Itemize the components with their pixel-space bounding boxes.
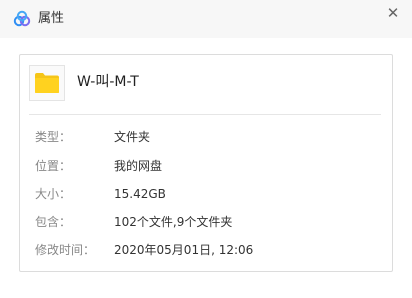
file-name: W-叫-M-T	[77, 74, 139, 90]
close-button[interactable]: ✕	[384, 4, 402, 22]
file-header: W-叫-M-T	[20, 55, 392, 113]
window-title: 属性	[38, 11, 65, 26]
divider	[29, 114, 381, 115]
property-label: 包含：	[35, 215, 72, 229]
property-label: 大小：	[35, 187, 72, 201]
property-value: 102个文件,9个文件夹	[114, 215, 233, 229]
property-value: 2020年05月01日, 12:06	[114, 243, 254, 257]
property-label: 修改时间：	[35, 243, 96, 257]
properties-panel: W-叫-M-T 类型： 文件夹 位置： 我的网盘 大小： 15.42GB 包含：…	[19, 54, 393, 272]
property-value: 我的网盘	[114, 159, 163, 173]
property-value: 文件夹	[114, 130, 151, 144]
title-bar: 属性 ✕	[0, 0, 412, 38]
property-label: 位置：	[35, 159, 72, 173]
property-value: 15.42GB	[114, 187, 166, 201]
property-label: 类型：	[35, 130, 72, 144]
folder-icon	[29, 65, 65, 101]
cloud-logo-icon	[12, 9, 32, 29]
